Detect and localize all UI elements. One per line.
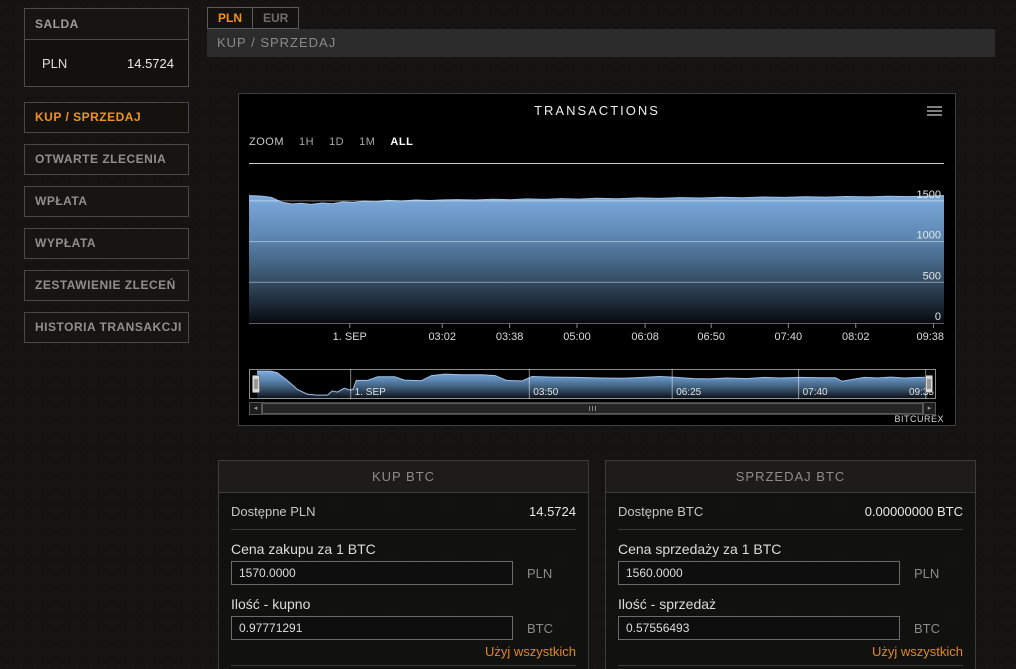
sell-panel: SPRZEDAJ BTC Dostępne BTC 0.00000000 BTC… bbox=[605, 460, 976, 669]
navigator-handle-right[interactable] bbox=[926, 376, 933, 393]
hamburger-icon[interactable] bbox=[927, 106, 942, 118]
sell-price-unit: PLN bbox=[914, 566, 939, 581]
scrollbar-thumb[interactable] bbox=[262, 403, 923, 414]
x-tick-label: 05:00 bbox=[563, 331, 591, 343]
sell-price-row: PLN bbox=[618, 561, 963, 585]
buy-price-label: Cena zakupu za 1 BTC bbox=[231, 541, 576, 557]
buy-panel-body: Dostępne PLN 14.5724 Cena zakupu za 1 BT… bbox=[219, 493, 588, 669]
sidebar-item-wypłata[interactable]: WYPŁATA bbox=[24, 228, 189, 259]
buy-price-row: PLN bbox=[231, 561, 576, 585]
sell-use-all-link[interactable]: Użyj wszystkich bbox=[618, 644, 963, 659]
sell-price-input[interactable] bbox=[618, 561, 900, 585]
buy-panel: KUP BTC Dostępne PLN 14.5724 Cena zakupu… bbox=[218, 460, 589, 669]
x-tick-label: 1. SEP bbox=[333, 331, 367, 343]
range-buttons: 1H 1D 1M ALL bbox=[299, 136, 413, 148]
navigator-tick-label: 06:25 bbox=[676, 387, 701, 398]
sell-amount-unit: BTC bbox=[914, 621, 940, 636]
price-area bbox=[249, 196, 944, 323]
buy-amount-unit: BTC bbox=[527, 621, 553, 636]
page-title: KUP / SPRZEDAJ bbox=[207, 29, 995, 57]
y-tick-label: 0 bbox=[935, 311, 941, 323]
sidebar-item-otwarte-zlecenia[interactable]: OTWARTE ZLECENIA bbox=[24, 144, 189, 175]
balances-box: SALDA PLN 14.5724 bbox=[24, 8, 189, 87]
buy-available-value: 14.5724 bbox=[529, 504, 576, 519]
sell-available-label: Dostępne BTC bbox=[618, 504, 703, 519]
y-tick-label: 500 bbox=[923, 270, 941, 282]
price-area-chart: 0 500 1000 1500 1. SEP 03:02 03:38 05:00 06:08 06… bbox=[249, 181, 944, 346]
sidebar-item-historia-transakcji[interactable]: HISTORIA TRANSAKCJI bbox=[24, 312, 189, 343]
x-tick-label: 06:08 bbox=[631, 331, 659, 343]
navigator-scrollbar: ◂ ▸ bbox=[249, 402, 936, 415]
navigator-chart[interactable]: 1. SEP03:5006:2507:4009:35 bbox=[249, 369, 936, 401]
chart-credit: BITCUREX bbox=[894, 414, 944, 424]
balance-amount: 14.5724 bbox=[127, 56, 174, 71]
sidebar-item-kup-sprzedaj[interactable]: KUP / SPRZEDAJ bbox=[24, 102, 189, 133]
tab-eur[interactable]: EUR bbox=[253, 7, 299, 29]
buy-use-all-link[interactable]: Użyj wszystkich bbox=[231, 644, 576, 659]
balances-title: SALDA bbox=[25, 9, 188, 40]
range-all[interactable]: ALL bbox=[390, 136, 413, 148]
balance-row: PLN 14.5724 bbox=[25, 40, 188, 86]
buy-amount-row: BTC bbox=[231, 616, 576, 640]
tab-pln[interactable]: PLN bbox=[207, 7, 253, 29]
sell-total-row: Razem 0 PLN bbox=[618, 665, 963, 669]
sell-price-label: Cena sprzedaży za 1 BTC bbox=[618, 541, 963, 557]
range-1d[interactable]: 1D bbox=[329, 136, 344, 148]
y-tick-label: 1500 bbox=[917, 189, 941, 201]
navigator-tick-label: 03:50 bbox=[533, 387, 558, 398]
sidebar-item-zestawienie-zleceń[interactable]: ZESTAWIENIE ZLECEŃ bbox=[24, 270, 189, 301]
sell-panel-body: Dostępne BTC 0.00000000 BTC Cena sprzeda… bbox=[606, 493, 975, 669]
sell-amount-label: Ilość - sprzedaż bbox=[618, 596, 963, 612]
x-tick-label: 09:38 bbox=[916, 331, 944, 343]
sidebar-item-wpłata[interactable]: WPŁATA bbox=[24, 186, 189, 217]
buy-amount-label: Ilość - kupno bbox=[231, 596, 576, 612]
zoom-controls: ZOOM 1H 1D 1M ALL bbox=[249, 136, 413, 148]
range-1h[interactable]: 1H bbox=[299, 136, 314, 148]
buy-price-unit: PLN bbox=[527, 566, 552, 581]
buy-available-label: Dostępne PLN bbox=[231, 504, 316, 519]
balance-currency: PLN bbox=[42, 56, 67, 71]
sell-amount-input[interactable] bbox=[618, 616, 900, 640]
navigator-tick-label: 1. SEP bbox=[355, 387, 386, 398]
x-tick-label: 08:02 bbox=[842, 331, 870, 343]
x-tick-label: 03:38 bbox=[496, 331, 524, 343]
sell-amount-row: BTC bbox=[618, 616, 963, 640]
buy-price-input[interactable] bbox=[231, 561, 513, 585]
sidebar: SALDA PLN 14.5724 KUP / SPRZEDAJ OTWARTE … bbox=[24, 8, 189, 354]
x-tick-label: 03:02 bbox=[428, 331, 456, 343]
navigator-handle-left[interactable] bbox=[253, 376, 260, 393]
sell-available-row: Dostępne BTC 0.00000000 BTC bbox=[618, 493, 963, 530]
zoom-label: ZOOM bbox=[249, 136, 284, 148]
scrollbar-track[interactable] bbox=[262, 402, 923, 415]
navigator-tick-label: 07:40 bbox=[803, 387, 828, 398]
buy-available-row: Dostępne PLN 14.5724 bbox=[231, 493, 576, 530]
currency-tabs: PLNEUR bbox=[207, 7, 299, 29]
sell-available-value: 0.00000000 BTC bbox=[865, 504, 963, 519]
scroll-left-icon[interactable]: ◂ bbox=[249, 402, 262, 415]
range-1m[interactable]: 1M bbox=[359, 136, 375, 148]
x-tick-label: 07:40 bbox=[775, 331, 803, 343]
sidebar-menu: KUP / SPRZEDAJ OTWARTE ZLECENIA WPŁATA WYPŁ… bbox=[24, 102, 189, 343]
buy-panel-title: KUP BTC bbox=[219, 461, 588, 493]
x-tick-label: 06:50 bbox=[697, 331, 725, 343]
buy-total-row: Razem 0 PLN bbox=[231, 665, 576, 669]
chart-separator bbox=[249, 163, 944, 164]
trading-screen: SALDA PLN 14.5724 KUP / SPRZEDAJ OTWARTE … bbox=[0, 0, 1016, 669]
transactions-chart-panel: TRANSACTIONS ZOOM 1H 1D 1M ALL 0 500 1000 1500… bbox=[238, 93, 956, 426]
y-tick-label: 1000 bbox=[917, 230, 941, 242]
buy-amount-input[interactable] bbox=[231, 616, 513, 640]
sell-panel-title: SPRZEDAJ BTC bbox=[606, 461, 975, 493]
scrollbar-grip-icon bbox=[589, 406, 597, 411]
chart-title: TRANSACTIONS bbox=[239, 103, 955, 118]
